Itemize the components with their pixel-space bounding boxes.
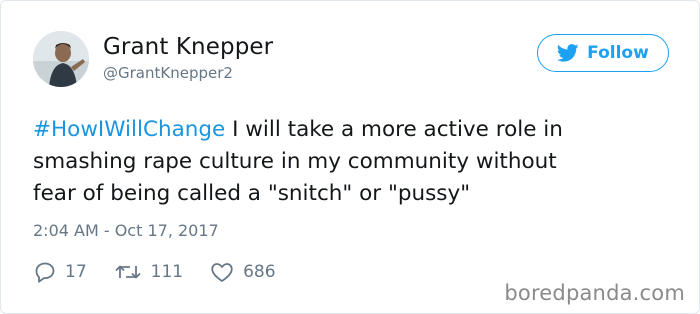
- tweet-line-1: #HowIWillChange I will take a more activ…: [33, 114, 683, 146]
- reply-count: 17: [65, 262, 87, 282]
- tweet-text-line-2: smashing rape culture in my community wi…: [33, 149, 557, 174]
- tweet-timestamp[interactable]: 2:04 AM - Oct 17, 2017: [33, 221, 219, 240]
- tweet-text-line-3: fear of being called a "snitch" or "puss…: [33, 181, 471, 206]
- reply-action[interactable]: 17: [33, 260, 87, 284]
- avatar-photo: [33, 31, 89, 87]
- avatar[interactable]: [33, 31, 89, 87]
- watermark: boredpanda.com: [504, 281, 685, 305]
- author-name[interactable]: Grant Knepper: [103, 34, 273, 60]
- follow-button[interactable]: Follow: [537, 34, 669, 72]
- like-count: 686: [243, 262, 276, 282]
- tweet-text: #HowIWillChange I will take a more activ…: [33, 114, 683, 210]
- tweet-card: Grant Knepper @GrantKnepper2 Follow #How…: [0, 0, 700, 314]
- author-handle[interactable]: @GrantKnepper2: [103, 64, 233, 82]
- follow-label: Follow: [587, 43, 649, 63]
- tweet-actions: 17 111 686: [33, 259, 302, 285]
- retweet-action[interactable]: 111: [113, 260, 183, 284]
- reply-icon: [35, 262, 55, 283]
- retweet-icon: [115, 265, 141, 279]
- twitter-bird-icon: [557, 44, 579, 62]
- heart-icon: [211, 263, 233, 282]
- hashtag-link[interactable]: #HowIWillChange: [33, 117, 225, 142]
- retweet-count: 111: [150, 262, 184, 282]
- tweet-text-line-1: I will take a more active role in: [225, 117, 563, 142]
- like-action[interactable]: 686: [209, 260, 276, 284]
